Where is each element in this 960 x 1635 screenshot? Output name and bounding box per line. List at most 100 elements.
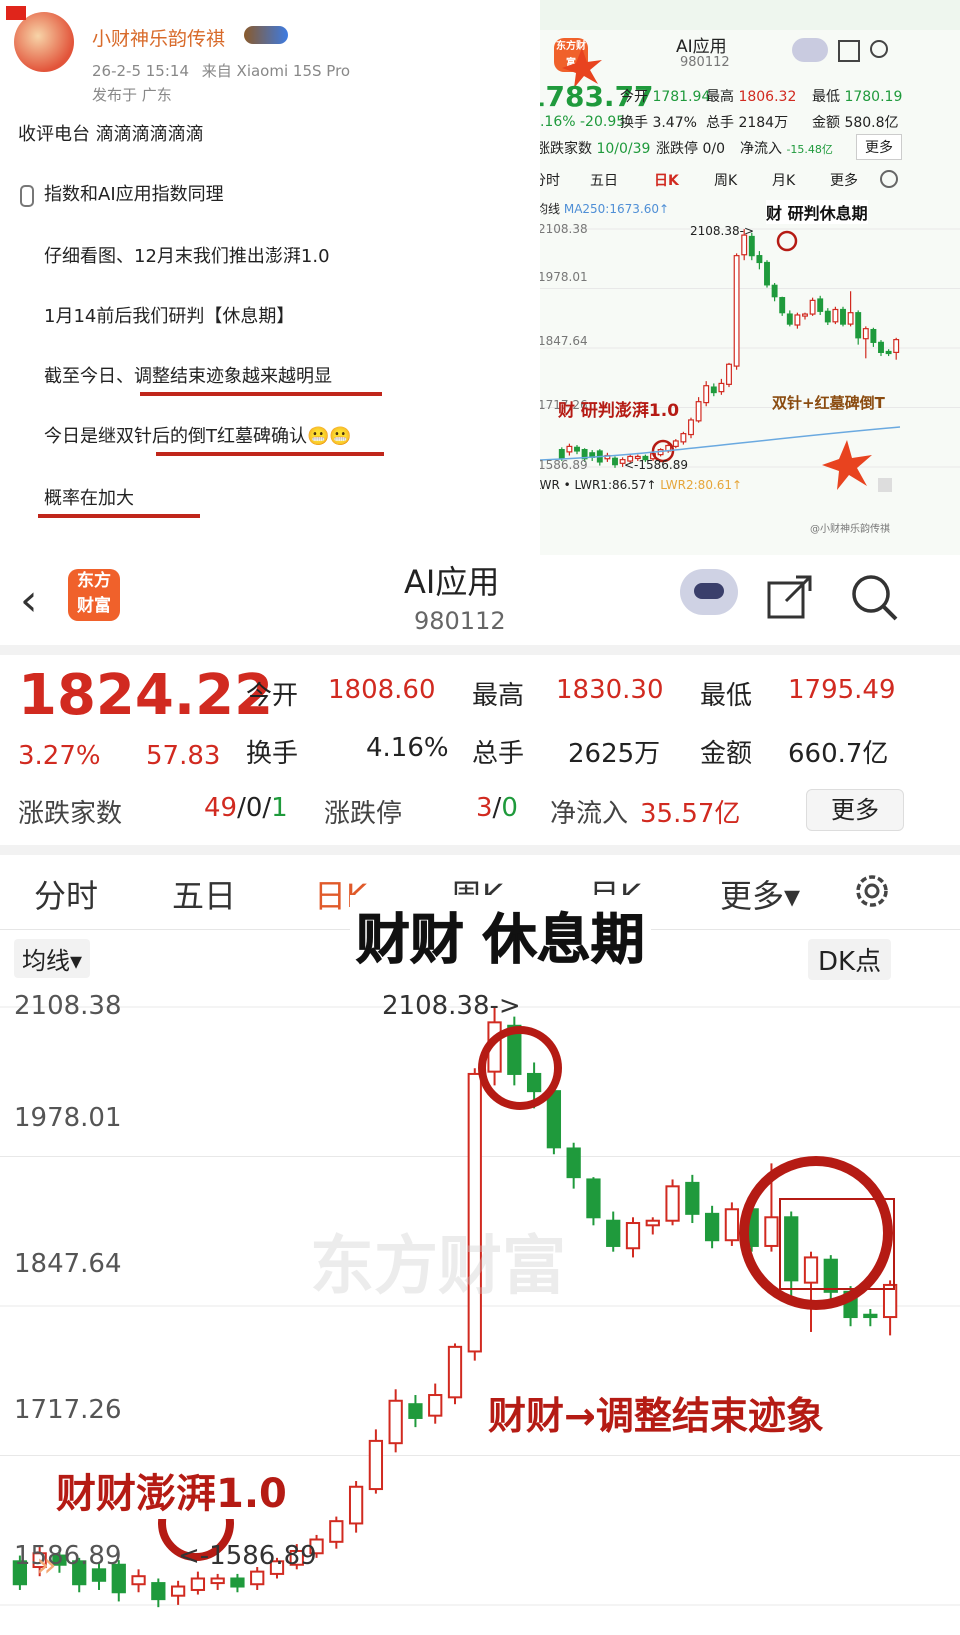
mini-tab[interactable]: 分时 <box>540 170 560 190</box>
candle-up <box>809 299 816 315</box>
mini-ylabel: 1847.64 <box>540 334 588 348</box>
assistant-robot-icon[interactable] <box>680 569 738 615</box>
tab-five-day[interactable]: 五日 <box>172 871 236 917</box>
candle-up <box>764 1216 779 1247</box>
candle-up <box>645 1219 660 1227</box>
double-chevron-icon[interactable]: » <box>36 1545 57 1585</box>
candle-down <box>764 261 770 286</box>
candle-down <box>840 308 846 325</box>
candle-down <box>408 1403 423 1419</box>
candle-down <box>870 328 877 343</box>
share-icon[interactable] <box>766 573 814 621</box>
mini-code: 980112 <box>680 55 730 70</box>
mini-low-label: <-1586.89 <box>624 458 689 472</box>
mini-robot-icon[interactable] <box>792 38 828 62</box>
candle-up <box>726 363 732 385</box>
post-line-4: 1月14前后我们研判【休息期】 <box>44 306 295 327</box>
mini-stat-turnover: 换手 3.47% <box>620 115 697 131</box>
candle-down <box>704 1212 720 1242</box>
app-logo: 东方 财富 <box>68 569 120 621</box>
dk-point-button[interactable]: DK点 <box>808 939 892 980</box>
mini-limit: 涨跌停 0/0 <box>656 141 725 157</box>
candle-up <box>388 1399 403 1445</box>
mini-chg: -20.95 <box>580 114 626 130</box>
tab-intraday[interactable]: 分时 <box>34 871 98 917</box>
weibo-post: 小财神乐韵传祺 26-2-5 15:14 来自 Xiaomi 15S Pro 发… <box>0 0 540 555</box>
mini-stat-amount: 金额 580.8亿 <box>812 115 899 131</box>
post-device: 来自 Xiaomi 15S Pro <box>201 62 351 80</box>
stat-low-label: 最低 <box>700 681 753 711</box>
mini-peak-label: 2108.38-> <box>690 224 755 238</box>
mini-ylabel: 1978.01 <box>540 270 588 284</box>
y-axis-label: 1717.26 <box>14 1395 122 1425</box>
annotation-surge: 财财澎湃1.0 <box>56 1461 287 1519</box>
mini-tab[interactable]: 周K <box>714 170 737 190</box>
change-amount: 57.83 <box>146 741 221 771</box>
candle-up <box>131 1575 146 1586</box>
candle-down <box>817 298 824 312</box>
candle-down <box>566 1147 581 1179</box>
candle-down <box>151 1582 166 1601</box>
candle-up <box>862 328 869 340</box>
mini-ylabel: 1586.89 <box>540 458 588 472</box>
candle-up <box>625 1222 641 1250</box>
stat-turnover-value: 4.16% <box>366 733 449 763</box>
mini-stat-volume: 总手 2184万 <box>706 115 789 131</box>
mini-watermark: @小财神乐韵传祺 <box>810 524 890 535</box>
mini-breadth: 涨跌家数 10/0/39 <box>540 141 651 157</box>
mini-search-icon[interactable] <box>870 40 888 58</box>
mini-flow: 净流入 -15.48亿 <box>740 141 833 157</box>
mini-more-button[interactable]: 更多 <box>856 134 902 160</box>
annotation-rest-period: 财财 休息期 <box>350 895 651 974</box>
mini-share-icon[interactable] <box>838 40 860 62</box>
post-username[interactable]: 小财神乐韵传祺 <box>92 24 225 51</box>
mini-annotation-rest: 财 研判休息期 <box>766 200 868 224</box>
stat-open-label: 今开 <box>246 681 299 711</box>
mini-tab-active[interactable]: 日K <box>654 170 679 190</box>
mini-tab[interactable]: 更多 <box>830 170 858 190</box>
gear-icon[interactable] <box>850 869 894 913</box>
candle-up <box>733 255 740 367</box>
stat-turnover-label: 换手 <box>246 739 299 769</box>
microphone-icon <box>20 185 34 207</box>
breadth-value: 49/0/1 <box>204 793 288 823</box>
candle-up <box>695 401 702 422</box>
mini-tab[interactable]: 五日 <box>590 170 618 190</box>
underline-mark <box>140 392 382 396</box>
candle-down <box>771 284 778 298</box>
post-meta: 26-2-5 15:14 来自 Xiaomi 15S Pro <box>92 60 350 81</box>
post-line-7: 概率在加大 <box>44 488 134 509</box>
candle-down <box>586 1178 601 1219</box>
candle-up <box>329 1520 344 1543</box>
candle-down <box>824 310 831 323</box>
candle-down <box>786 313 793 325</box>
candle-up <box>210 1577 225 1585</box>
annotation-circle <box>776 230 798 252</box>
candle-down <box>748 235 755 257</box>
candle-down <box>574 446 580 452</box>
candle-up <box>190 1577 206 1591</box>
main-quote-screenshot: ‹ 东方 财富 AI应用 980112 1824.22 3.27% 57.83 … <box>0 555 960 1635</box>
underline-mark <box>156 452 384 456</box>
user-avatar[interactable] <box>14 12 74 72</box>
y-axis-label: 2108.38 <box>14 991 122 1021</box>
logo-line: 财富 <box>77 596 111 616</box>
more-button[interactable]: 更多 <box>806 789 904 831</box>
stat-high-label: 最高 <box>472 681 525 711</box>
candle-up <box>680 433 687 443</box>
mini-gear-icon[interactable] <box>880 170 898 188</box>
mini-annotation-tomb: 双针+红墓碑倒T <box>772 394 885 412</box>
candle-down <box>230 1577 245 1588</box>
search-icon[interactable] <box>850 573 900 623</box>
mini-expand-icon[interactable] <box>878 478 892 492</box>
y-axis-label: 1978.01 <box>14 1103 122 1133</box>
mini-watermark-band <box>540 0 960 30</box>
back-chevron-icon[interactable]: ‹ <box>20 575 38 626</box>
flow-value: 35.57亿 <box>640 799 741 829</box>
tab-more[interactable]: 更多▾ <box>720 871 800 917</box>
stat-open-value: 1808.60 <box>328 675 436 705</box>
candle-up <box>467 1072 482 1353</box>
mini-tab[interactable]: 月K <box>772 170 795 190</box>
ma-dropdown[interactable]: 均线▾ <box>14 939 91 978</box>
mini-quote-screenshot: 东方财富 AI应用 980112 1783.77 -1.16% -20.95 今… <box>540 0 960 555</box>
